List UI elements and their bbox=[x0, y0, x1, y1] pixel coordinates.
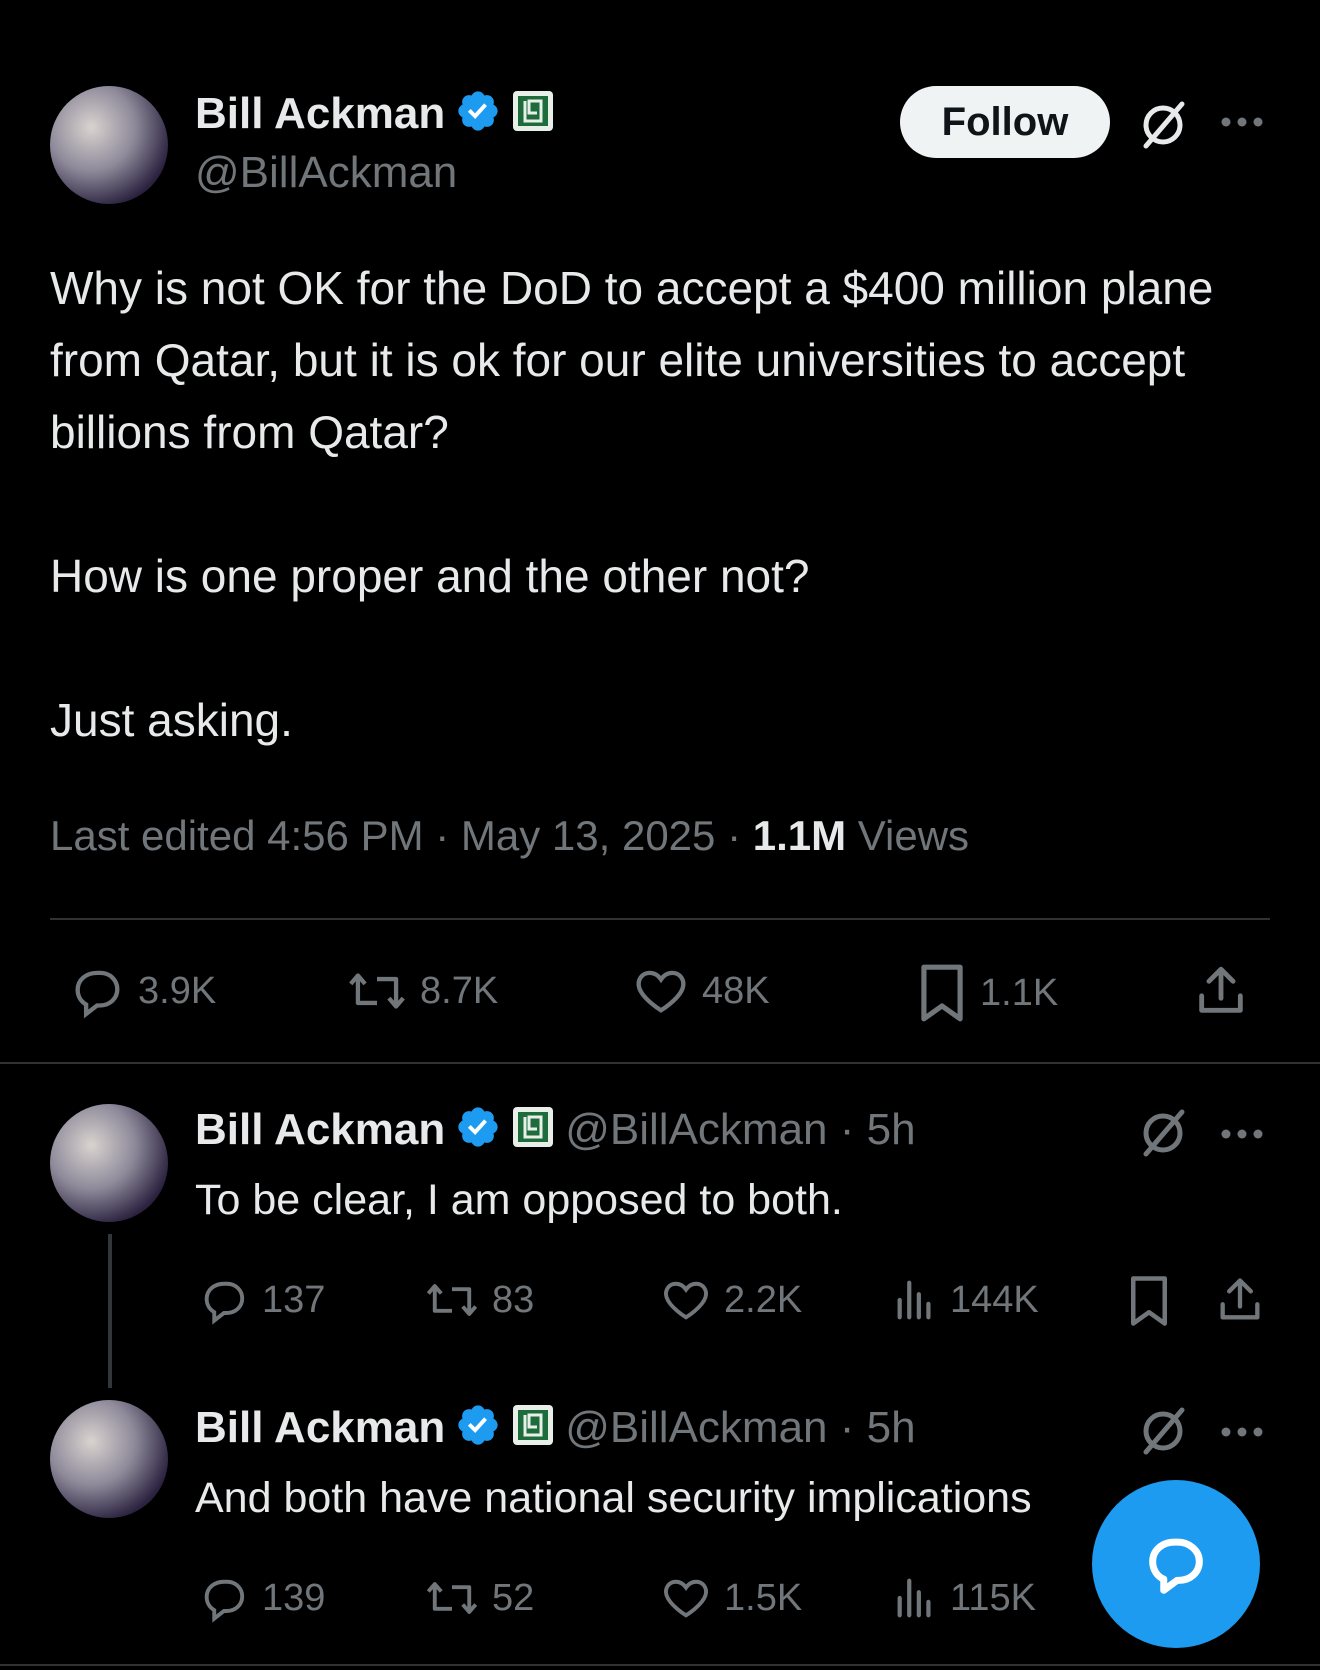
reply-text: To be clear, I am opposed to both. bbox=[195, 1176, 843, 1224]
affiliate-badge-icon[interactable] bbox=[511, 1105, 555, 1154]
repost-count: 8.7K bbox=[420, 969, 499, 1012]
like-icon bbox=[636, 970, 686, 1013]
reply-button[interactable]: 3.9K bbox=[68, 962, 216, 1020]
like-icon bbox=[664, 1579, 708, 1618]
author-handle[interactable]: @BillAckman bbox=[195, 148, 457, 198]
tweet-meta: Last edited 4:56 PM · May 13, 2025 · 1.1… bbox=[50, 812, 969, 860]
divider bbox=[50, 918, 1270, 920]
like-count: 48K bbox=[702, 969, 770, 1012]
verified-badge-icon bbox=[455, 88, 501, 139]
verified-badge-icon bbox=[455, 1402, 501, 1453]
affiliate-badge-icon[interactable] bbox=[511, 89, 555, 138]
like-count: 1.5K bbox=[724, 1576, 803, 1619]
views-label: Views bbox=[846, 812, 970, 859]
author-name[interactable]: Bill Ackman bbox=[195, 1105, 445, 1155]
author-handle-time[interactable]: @BillAckman · 5h bbox=[565, 1105, 915, 1155]
grok-icon[interactable] bbox=[1136, 98, 1190, 157]
author-name[interactable]: Bill Ackman bbox=[195, 1403, 445, 1453]
more-icon[interactable] bbox=[1218, 1124, 1266, 1149]
repost-button[interactable]: 8.7K bbox=[346, 962, 498, 1020]
compose-reply-icon bbox=[1149, 1538, 1203, 1594]
affiliate-badge-icon[interactable] bbox=[511, 1403, 555, 1452]
views-icon bbox=[897, 1578, 931, 1618]
reply-icon bbox=[75, 970, 120, 1019]
bookmark-button[interactable]: 1.1K bbox=[916, 962, 1058, 1024]
reply-count: 137 bbox=[262, 1278, 326, 1321]
more-icon[interactable] bbox=[1218, 112, 1266, 137]
divider bbox=[0, 1664, 1320, 1666]
reply-icon bbox=[204, 1579, 245, 1623]
views-icon bbox=[897, 1280, 931, 1320]
grok-icon[interactable] bbox=[1136, 1106, 1190, 1165]
author-handle-time[interactable]: @BillAckman · 5h bbox=[565, 1403, 915, 1453]
views-button[interactable]: 144K bbox=[892, 1274, 1039, 1326]
tweet-paragraph: Why is not OK for the DoD to accept a $4… bbox=[50, 262, 1214, 458]
bookmark-count: 1.1K bbox=[980, 971, 1059, 1014]
repost-icon bbox=[426, 1582, 478, 1614]
avatar[interactable] bbox=[50, 86, 168, 204]
like-count: 2.2K bbox=[724, 1278, 803, 1321]
repost-icon bbox=[426, 1284, 478, 1316]
bookmark-icon bbox=[921, 964, 963, 1022]
views-count: 115K bbox=[950, 1576, 1036, 1619]
repost-icon bbox=[349, 973, 405, 1009]
bookmark-icon[interactable] bbox=[1126, 1274, 1172, 1333]
repost-button[interactable]: 52 bbox=[424, 1572, 534, 1624]
follow-button[interactable]: Follow bbox=[900, 86, 1110, 158]
verified-badge-icon bbox=[455, 1104, 501, 1155]
more-icon[interactable] bbox=[1218, 1422, 1266, 1447]
share-icon[interactable] bbox=[1214, 1274, 1266, 1331]
like-button[interactable]: 1.5K bbox=[660, 1572, 802, 1624]
like-button[interactable]: 2.2K bbox=[660, 1274, 802, 1326]
views-button[interactable]: 115K bbox=[892, 1572, 1036, 1624]
reply-count: 139 bbox=[262, 1576, 326, 1619]
avatar[interactable] bbox=[50, 1104, 168, 1222]
avatar[interactable] bbox=[50, 1400, 168, 1518]
like-icon bbox=[664, 1281, 708, 1320]
share-icon[interactable] bbox=[1192, 962, 1250, 1025]
repost-button[interactable]: 83 bbox=[424, 1274, 534, 1326]
repost-count: 52 bbox=[492, 1576, 535, 1619]
views-count: 144K bbox=[950, 1278, 1039, 1321]
repost-count: 83 bbox=[492, 1278, 535, 1321]
reply-count: 3.9K bbox=[138, 969, 217, 1012]
author-name[interactable]: Bill Ackman bbox=[195, 89, 445, 139]
reply-button[interactable]: 137 bbox=[198, 1274, 325, 1326]
like-button[interactable]: 48K bbox=[632, 962, 770, 1020]
timestamp[interactable]: Last edited 4:56 PM · May 13, 2025 · bbox=[50, 812, 753, 859]
tweet-body: Why is not OK for the DoD to accept a $4… bbox=[50, 252, 1270, 756]
thread-line bbox=[108, 1234, 112, 1388]
reply-text: And both have national security implicat… bbox=[195, 1474, 1032, 1522]
divider bbox=[0, 1062, 1320, 1064]
compose-reply-button[interactable] bbox=[1092, 1480, 1260, 1648]
grok-icon[interactable] bbox=[1136, 1404, 1190, 1463]
reply-icon bbox=[204, 1281, 245, 1325]
views-count: 1.1M bbox=[752, 812, 847, 859]
tweet-paragraph: Just asking. bbox=[50, 694, 293, 746]
reply-button[interactable]: 139 bbox=[198, 1572, 325, 1624]
tweet-paragraph: How is one proper and the other not? bbox=[50, 550, 810, 602]
